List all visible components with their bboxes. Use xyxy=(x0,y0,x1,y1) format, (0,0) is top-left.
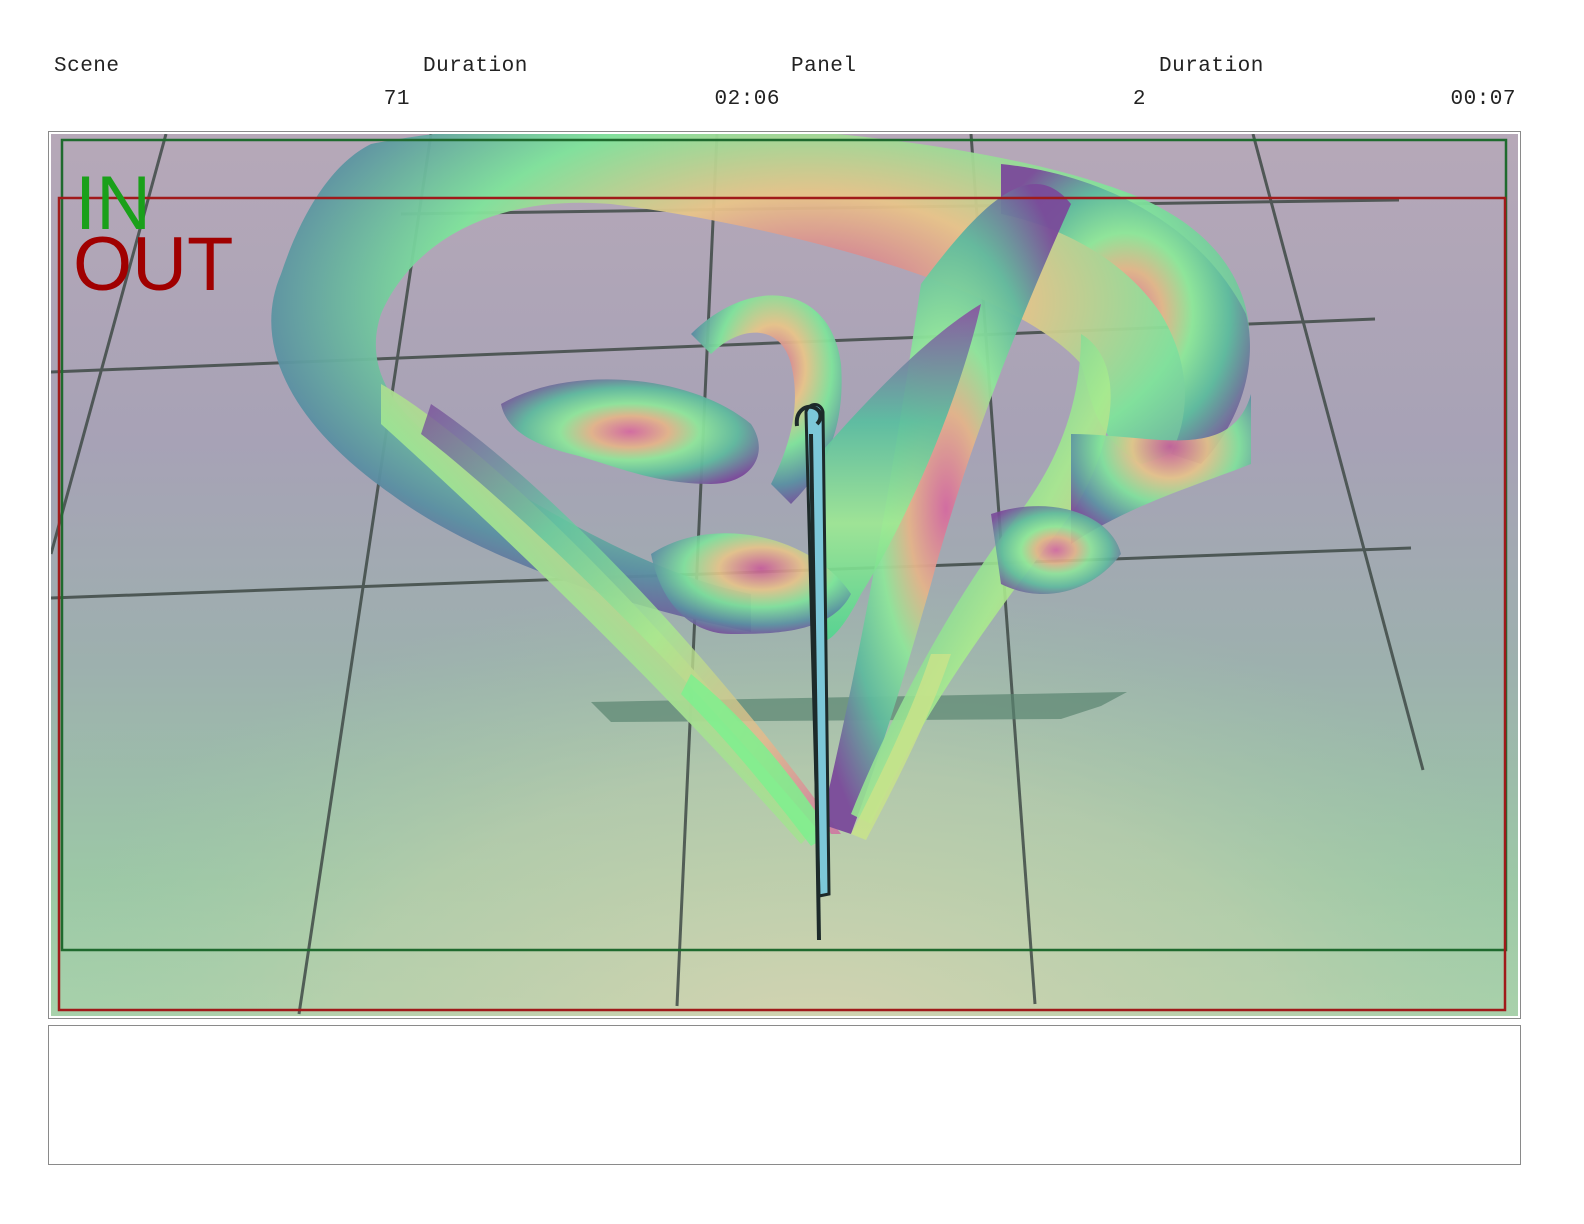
scene-duration-label: Duration xyxy=(423,55,528,78)
panel-number: 2 xyxy=(1132,88,1146,111)
panel-label: Panel xyxy=(791,55,857,78)
out-label: OUT xyxy=(73,222,233,307)
panel-duration-value: 00:07 xyxy=(1450,88,1516,111)
panel-artwork: IN OUT xyxy=(51,134,1518,1016)
panel-duration-label: Duration xyxy=(1159,55,1264,78)
scene-label: Scene xyxy=(54,55,120,78)
notes-text xyxy=(49,1026,1520,1046)
scene-number: 71 xyxy=(383,88,410,111)
scene-duration-value: 02:06 xyxy=(714,88,780,111)
notes-box[interactable] xyxy=(48,1025,1521,1165)
